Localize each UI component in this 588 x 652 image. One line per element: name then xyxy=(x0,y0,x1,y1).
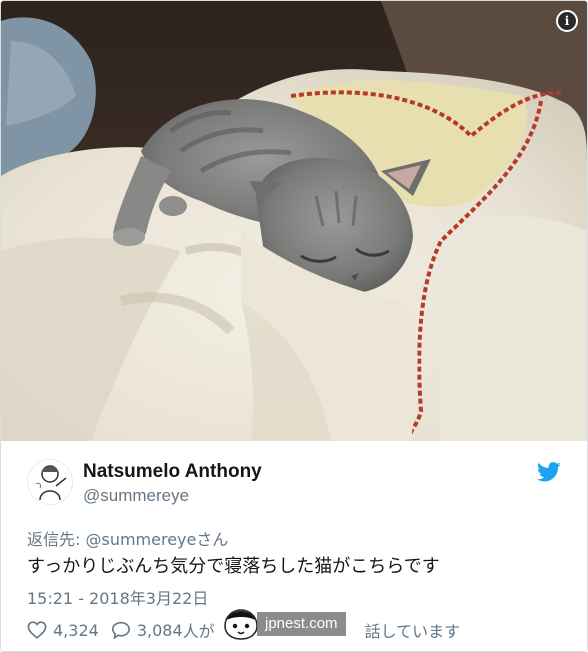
talk-text-end: 話しています xyxy=(364,622,461,641)
tweet-text: すっかりじぶんち気分で寝落ちした猫がこちらです xyxy=(27,556,440,577)
reply-context: 返信先: @summereyeさん xyxy=(27,526,228,550)
tweet-body: Natsumelo Anthony @summereye 返信先: @summe… xyxy=(1,441,587,651)
author-handle[interactable]: @summereye xyxy=(83,486,189,506)
watermark-text: jpnest.com xyxy=(257,612,346,636)
avatar[interactable] xyxy=(27,459,73,505)
talk-text-start: 人が xyxy=(182,622,215,641)
watermark-mascot-icon xyxy=(224,609,258,640)
twitter-bird-icon[interactable] xyxy=(537,461,561,483)
embedded-tweet-card: i Natsumelo Anthony @summereye 返信先: @sum… xyxy=(0,0,588,652)
author-display-name[interactable]: Natsumelo Anthony xyxy=(83,461,262,483)
kitten-photo xyxy=(1,1,587,441)
tweet-photo[interactable]: i xyxy=(1,1,587,441)
reply-mention-link[interactable]: @summereye xyxy=(85,530,196,549)
like-count: 4,324 xyxy=(53,620,99,640)
reply-count: 3,084 xyxy=(136,620,183,640)
speech-bubble-icon xyxy=(111,621,130,639)
reply-prefix: 返信先: xyxy=(27,530,86,549)
like-button[interactable]: 4,324 xyxy=(27,621,99,640)
watermark: jpnest.com xyxy=(221,607,346,641)
reply-suffix: さん xyxy=(196,530,229,549)
heart-icon xyxy=(27,621,47,639)
avatar-illustration xyxy=(28,460,72,504)
info-icon[interactable]: i xyxy=(556,10,578,32)
tweet-timestamp[interactable]: 15:21 - 2018年3月22日 xyxy=(27,585,208,609)
